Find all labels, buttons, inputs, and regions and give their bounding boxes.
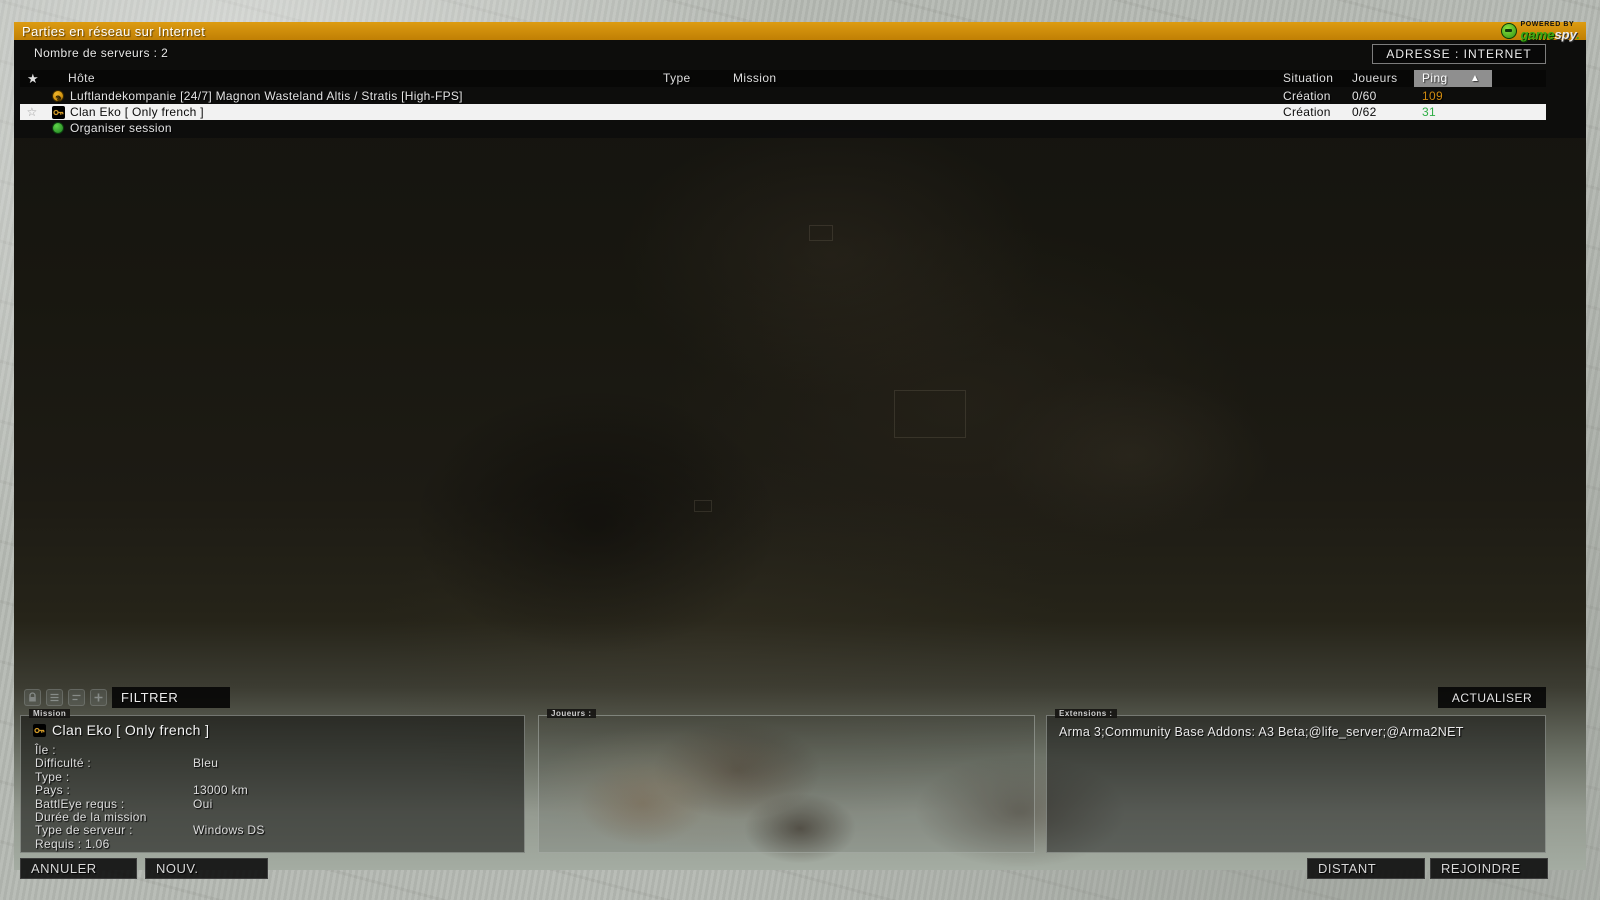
server-ping: 109 xyxy=(1422,89,1443,103)
mission-field: Durée de la mission xyxy=(35,809,514,824)
mission-field-label: Pays : xyxy=(35,783,71,798)
key-icon xyxy=(33,723,46,737)
mission-field: Pays : 13000 km xyxy=(35,783,514,798)
mission-server-name: Clan Eko [ Only french ] xyxy=(52,722,210,738)
mission-fields: Île : Difficulté : Bleu Type : Pays : 13000 k… xyxy=(35,743,514,851)
mission-field-value: Bleu xyxy=(193,756,219,771)
address-internet-button[interactable]: ADRESSE : INTERNET xyxy=(1372,44,1546,64)
server-host: Luftlandekompanie [24/7] Magnon Wastelan… xyxy=(70,89,463,103)
mission-field-label: Île : xyxy=(35,743,56,757)
server-row[interactable]: Organiser session xyxy=(20,120,1546,136)
column-ping[interactable]: Ping ▲ xyxy=(1414,70,1492,87)
map-structure xyxy=(694,500,712,512)
join-button[interactable]: REJOINDRE xyxy=(1430,858,1548,879)
refresh-button[interactable]: ACTUALISER xyxy=(1438,687,1546,708)
filter-button[interactable]: FILTRER xyxy=(112,687,230,708)
server-row[interactable]: ? Luftlandekompanie [24/7] Magnon Wastela… xyxy=(20,88,1546,104)
server-situation: Création xyxy=(1283,89,1331,103)
sort-ascending-icon: ▲ xyxy=(1470,73,1481,84)
mission-field: Requis : 1.06 xyxy=(35,836,514,851)
mission-field-label: BattlEye requs : xyxy=(35,796,125,811)
rules-icon[interactable] xyxy=(68,689,85,706)
question-icon: ? xyxy=(52,90,64,104)
mission-field: BattlEye requs : Oui xyxy=(35,796,514,811)
mission-field: Type : xyxy=(35,769,514,784)
server-ping: 31 xyxy=(1422,105,1436,119)
favorite-star-icon[interactable]: ☆ xyxy=(24,104,40,120)
mission-panel-legend: Mission xyxy=(29,709,71,718)
server-situation: Création xyxy=(1283,105,1331,119)
lock-icon[interactable] xyxy=(24,689,41,706)
gamespy-face-icon xyxy=(1501,23,1518,39)
column-mission[interactable]: Mission xyxy=(733,70,776,87)
mission-field: Île : xyxy=(35,743,514,757)
remote-button[interactable]: DISTANT xyxy=(1307,858,1425,879)
players-panel-legend: Joueurs : xyxy=(547,709,596,718)
server-browser-screen: Parties en réseau sur Internet POWERED B… xyxy=(0,0,1600,900)
page-title: Parties en réseau sur Internet xyxy=(22,23,206,39)
plus-icon[interactable] xyxy=(90,689,107,706)
create-session-icon xyxy=(52,122,64,134)
cancel-button[interactable]: ANNULER xyxy=(20,858,137,879)
list-icon[interactable] xyxy=(46,689,63,706)
players-panel: Joueurs : xyxy=(538,709,1035,853)
server-list: ? Luftlandekompanie [24/7] Magnon Wastela… xyxy=(20,88,1546,136)
mission-field-value: Oui xyxy=(193,796,213,811)
server-row[interactable]: ☆ Clan Eko [ Only french ] Création 0/62 31 xyxy=(20,104,1546,120)
server-host: Clan Eko [ Only french ] xyxy=(70,105,204,119)
mission-panel: Mission Clan Eko [ Only french ] Île : Di… xyxy=(20,709,525,853)
window-title-bar: Parties en réseau sur Internet POWERED B… xyxy=(14,21,1586,41)
mission-field-label: Type : xyxy=(35,769,70,784)
extensions-panel: Extensions : Arma 3;Community Base Addon… xyxy=(1046,709,1546,853)
extensions-panel-legend: Extensions : xyxy=(1055,709,1117,718)
extensions-list: Arma 3;Community Base Addons: A3 Beta;@l… xyxy=(1059,725,1464,739)
new-button[interactable]: NOUV. xyxy=(145,858,268,879)
server-host: Organiser session xyxy=(70,121,172,135)
column-situation[interactable]: Situation xyxy=(1283,70,1333,87)
column-players[interactable]: Joueurs xyxy=(1352,70,1398,87)
gamespy-logo: POWERED BY gamespy. xyxy=(1501,21,1580,41)
column-host[interactable]: Hôte xyxy=(68,70,95,87)
mission-field-label: Requis : 1.06 xyxy=(35,836,110,851)
server-count-label: Nombre de serveurs : 2 xyxy=(34,46,169,60)
favorites-column-icon[interactable]: ★ xyxy=(27,70,39,87)
mission-field: Type de serveur : Windows DS xyxy=(35,823,514,838)
mission-field-label: Durée de la mission xyxy=(35,809,147,824)
column-type[interactable]: Type xyxy=(663,70,691,87)
mission-field: Difficulté : Bleu xyxy=(35,756,514,771)
mission-title-row: Clan Eko [ Only french ] xyxy=(33,722,209,738)
gamespy-wordmark: gamespy. xyxy=(1520,27,1580,42)
mission-field-value: 13000 km xyxy=(193,783,249,798)
filter-icon-group xyxy=(24,689,107,706)
mission-field-label: Type de serveur : xyxy=(35,823,133,838)
server-players: 0/62 xyxy=(1352,105,1377,119)
mission-field-label: Difficulté : xyxy=(35,756,92,771)
key-icon xyxy=(52,106,65,119)
server-players: 0/60 xyxy=(1352,89,1377,103)
server-table-header: ★ Hôte Type Mission Situation Joueurs Pi… xyxy=(20,70,1546,87)
map-structure xyxy=(894,390,966,438)
mission-field-value: Windows DS xyxy=(193,823,265,838)
map-structure xyxy=(809,225,833,241)
